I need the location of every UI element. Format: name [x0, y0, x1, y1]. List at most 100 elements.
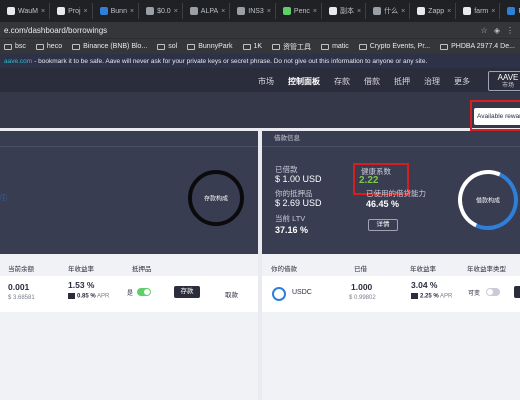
rate-type-toggle[interactable] [486, 288, 500, 296]
close-icon[interactable]: × [447, 8, 451, 15]
table-row[interactable]: USDC 1.000 $ 0.99802 3.04 % 2.25 % APR 可… [262, 276, 520, 312]
folder-icon [440, 43, 449, 50]
folder-icon [4, 43, 12, 50]
close-icon[interactable]: × [357, 8, 361, 15]
bookmark-item[interactable]: bsc [4, 43, 26, 50]
bookmark-label: BunnyPark [198, 43, 233, 50]
browser-tab[interactable]: farm × [459, 3, 501, 19]
logo-sub: 市场 [501, 83, 514, 89]
apy-value: 1.53 % [68, 280, 95, 290]
folder-icon [187, 43, 196, 50]
tab-favicon-icon [282, 7, 291, 15]
apr-label: APR [440, 293, 453, 300]
repay-button[interactable] [514, 286, 520, 298]
bookmark-item[interactable]: 资管工具 [272, 42, 311, 52]
tab-favicon-icon [237, 7, 246, 15]
tab-favicon-icon [99, 7, 108, 15]
folder-icon [35, 43, 44, 50]
browser-tab[interactable]: INS3 × [233, 3, 276, 19]
tab-favicon-icon [463, 7, 472, 15]
address-bar[interactable]: e.com/dashboard/borrowings ☆ ◈ ⋮ [0, 22, 520, 38]
extension-icon[interactable]: ◈ [494, 26, 500, 35]
withdraw-link[interactable]: 取款 [225, 289, 238, 299]
bookmark-label: heco [46, 43, 63, 50]
star-icon[interactable]: ☆ [481, 26, 488, 35]
usdc-icon [272, 287, 286, 301]
menu-icon[interactable]: ⋮ [506, 26, 514, 35]
url-text[interactable]: e.com/dashboard/borrowings [4, 26, 107, 35]
nav-item[interactable]: 市场 [258, 76, 274, 87]
address-bar-icons: ☆ ◈ ⋮ [481, 26, 520, 35]
close-icon[interactable]: × [491, 8, 495, 15]
info-icon[interactable]: ⓘ [0, 193, 7, 203]
balance-value: 0.001 [8, 282, 30, 292]
tab-label: farm [474, 7, 489, 15]
browser-tab-strip: WauM × Proj × Bunn × $0.0 × ALPA × INS3 × Penc × 副本 × 什么… [0, 0, 520, 22]
browser-tab[interactable]: $0.0 × [142, 3, 183, 19]
bookmark-item[interactable]: Binance (BNB) Blo... [72, 43, 147, 50]
apr-label: APR [97, 293, 110, 300]
tab-label: Proj [68, 7, 81, 15]
details-button[interactable]: 详情 [368, 219, 398, 231]
close-icon[interactable]: × [401, 8, 405, 15]
browser-tab[interactable]: 副本 × [325, 3, 367, 19]
folder-icon [321, 43, 330, 50]
browser-tab[interactable]: Penc × [279, 3, 322, 19]
bookmark-item[interactable]: sol [157, 43, 177, 50]
nav-item[interactable]: 存款 [334, 76, 350, 87]
nav-item[interactable]: 治理 [424, 76, 440, 87]
bookmark-item[interactable]: matic [321, 43, 349, 50]
tab-label: $0.0 [157, 7, 171, 15]
tab-label: 什么 [384, 8, 399, 15]
close-icon[interactable]: × [267, 8, 271, 15]
close-icon[interactable]: × [41, 8, 45, 15]
bookmark-label: PHDBA 2977.4 De... [451, 43, 515, 50]
bookmark-item[interactable]: PHDBA 2977.4 De... [440, 43, 515, 50]
browser-tab[interactable]: ALPA × [186, 3, 231, 19]
header-your-borrows: 你的借款 [271, 266, 297, 273]
bookmark-item[interactable]: 1K [242, 43, 263, 50]
bookmark-item[interactable]: Crypto Events, Pr... [358, 43, 430, 50]
tab-label: INS3 [248, 7, 264, 15]
bookmark-label: 资管工具 [283, 43, 312, 51]
browser-tab[interactable]: 什么 × [369, 3, 411, 19]
close-icon[interactable]: × [174, 8, 178, 15]
browser-tab[interactable]: Zapp × [413, 3, 457, 19]
phishing-warning-banner: aave.com - bookmark it to be safe. Aave … [0, 54, 520, 68]
folder-icon [242, 43, 251, 50]
browser-tab[interactable]: Bunn × [96, 3, 140, 19]
tab-favicon-icon [57, 7, 66, 15]
close-icon[interactable]: × [130, 8, 134, 15]
apr-extra: 2.25 % [420, 293, 439, 300]
apy-value: 3.04 % [411, 280, 438, 290]
nav-item[interactable]: 借款 [364, 76, 380, 87]
browser-tab[interactable]: WauM × [3, 3, 51, 19]
nav-item[interactable]: 抵押 [394, 76, 410, 87]
reward-token-icon [68, 293, 75, 299]
table-row[interactable]: 0.001 $ 3.68581 1.53 % 0.85 % APR 是 存款 取… [0, 276, 258, 312]
deposit-button[interactable]: 存款 [174, 286, 200, 298]
borrowed-usd: $ 0.99802 [349, 295, 376, 301]
aave-market-logo[interactable]: AAVE 市场 [488, 71, 520, 91]
browser-tab[interactable]: Proj × [53, 3, 93, 19]
nav-item[interactable]: 控制面板 [288, 76, 320, 94]
close-icon[interactable]: × [221, 8, 225, 15]
bookmark-item[interactable]: BunnyPark [187, 43, 233, 50]
close-icon[interactable]: × [84, 8, 88, 15]
borrowed-amount: 1.000 [351, 282, 373, 292]
deposit-panel-header [0, 131, 258, 147]
deposit-composition-label: 存款构成 [203, 196, 228, 203]
balance-usd: $ 3.68581 [8, 295, 35, 301]
nav-item[interactable]: 更多 [454, 76, 470, 87]
bookmark-label: 1K [253, 43, 263, 50]
tab-label: Zapp [428, 7, 445, 15]
borrowed-value: $ 1.00 USD [275, 174, 322, 184]
browser-tab[interactable]: ForTu× [503, 3, 520, 19]
collateral-toggle[interactable] [137, 288, 151, 296]
warning-host: aave.com [4, 57, 33, 65]
collateral-state: 是 [127, 291, 134, 297]
bookmark-item[interactable]: heco [35, 43, 63, 50]
bookmark-label: bsc [15, 43, 26, 50]
tab-favicon-icon [373, 7, 382, 15]
close-icon[interactable]: × [313, 8, 317, 15]
